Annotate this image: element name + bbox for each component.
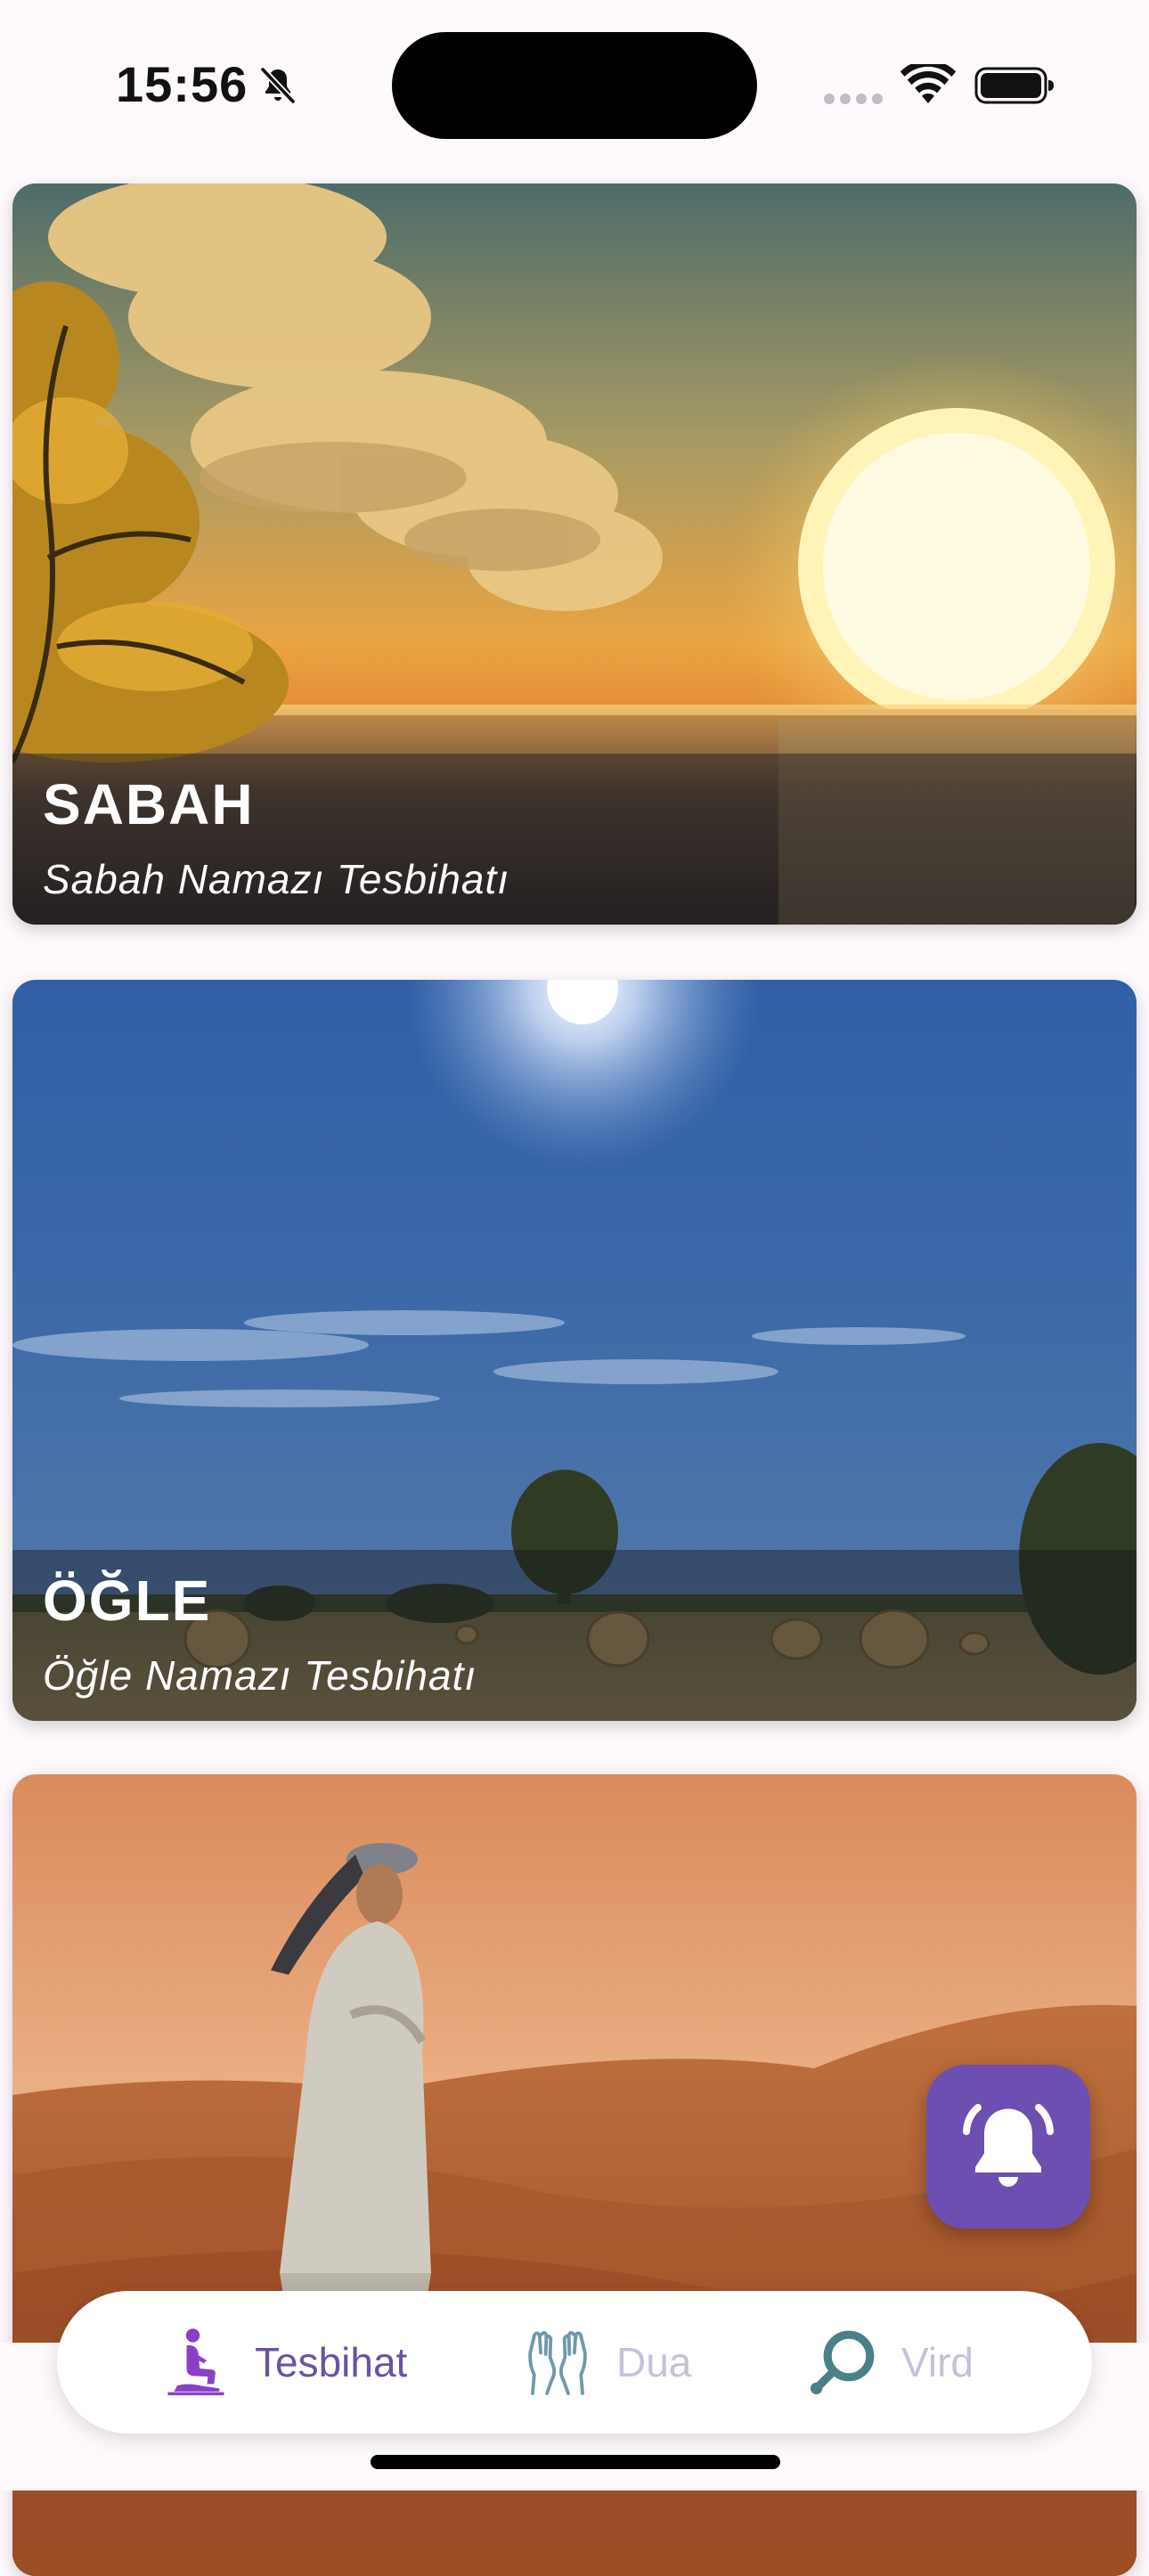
card-subtitle: Öğle Namazı Tesbihatı <box>43 1652 477 1699</box>
card-title: ÖĞLE <box>43 1569 212 1633</box>
card-ogle[interactable]: ÖĞLE Öğle Namazı Tesbihatı <box>12 980 1137 1721</box>
cellular-signal-icon <box>824 94 883 104</box>
nav-label-tesbihat: Tesbihat <box>255 2339 408 2385</box>
bell-muted-icon <box>260 67 296 104</box>
nav-label-dua: Dua <box>616 2339 692 2385</box>
home-indicator[interactable] <box>371 2455 780 2469</box>
status-time: 15:56 <box>116 56 249 112</box>
bell-ring-icon <box>963 2104 1054 2187</box>
tasbih-beads-icon <box>810 2330 875 2395</box>
reminder-bell-button[interactable] <box>926 2065 1090 2229</box>
praying-person-icon <box>167 2328 224 2396</box>
nav-label-vird: Vird <box>901 2339 974 2385</box>
nav-item-vird[interactable]: Vird <box>805 2291 974 2433</box>
dynamic-island <box>392 32 757 139</box>
nav-item-dua[interactable]: Dua <box>520 2291 691 2433</box>
card-subtitle: Sabah Namazı Tesbihatı <box>43 856 510 902</box>
wifi-icon <box>900 64 957 103</box>
praying-hands-icon <box>528 2331 587 2395</box>
status-bar: 15:56 <box>0 0 1149 169</box>
bottom-navigation-bar: Tesbihat Dua Vird <box>57 2291 1092 2433</box>
battery-icon <box>974 67 1054 104</box>
card-title: SABAH <box>43 772 255 836</box>
card-sabah[interactable]: SABAH Sabah Namazı Tesbihatı <box>12 183 1137 925</box>
nav-item-tesbihat[interactable]: Tesbihat <box>159 2291 407 2433</box>
